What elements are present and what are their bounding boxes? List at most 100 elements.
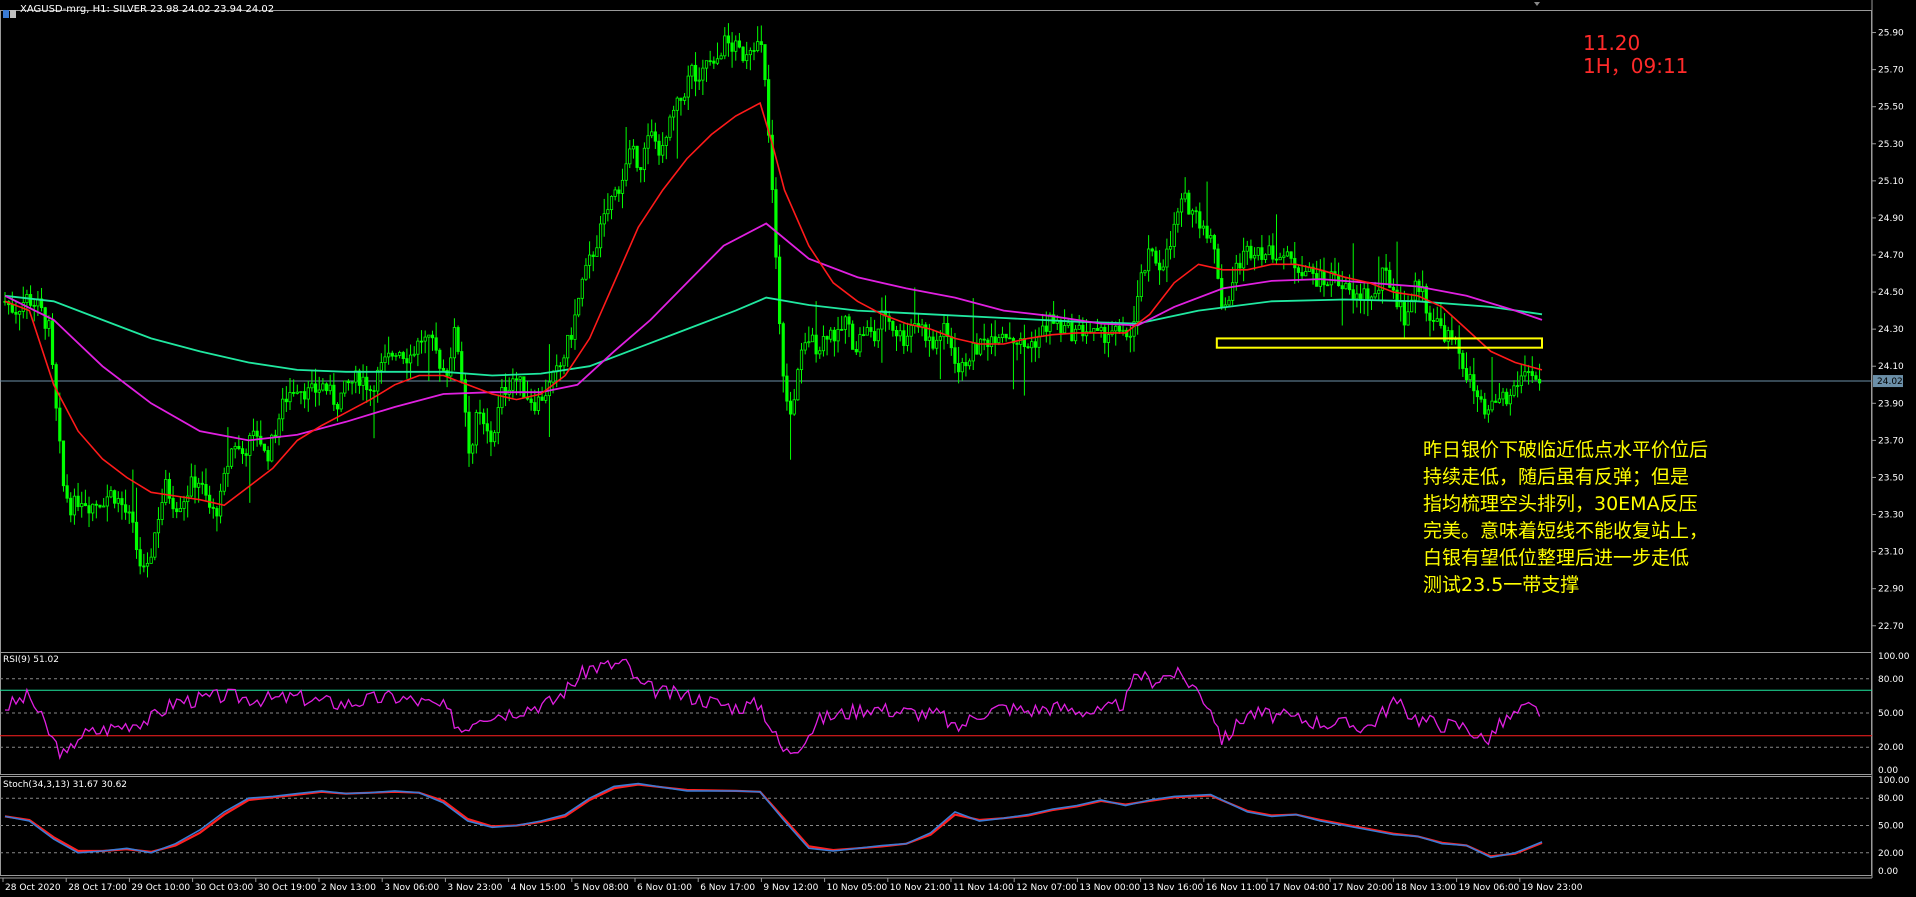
candle-body [186, 495, 190, 503]
price-tick-label: 23.90 [1878, 399, 1904, 409]
candle-body [1406, 311, 1410, 326]
candle-body [423, 336, 427, 342]
chart-header: XAGUSD-mrg, H1: SILVER 23.98 24.02 23.94… [20, 4, 275, 15]
candle-body [1139, 272, 1143, 298]
candle-body [313, 383, 318, 393]
candle-body [441, 367, 446, 371]
candle-body [1366, 288, 1370, 301]
candle-body [43, 307, 47, 329]
price-tick-label: 25.50 [1878, 103, 1904, 113]
candle-body [935, 339, 939, 349]
candle-body [87, 505, 91, 514]
candle-body [91, 503, 95, 514]
candle-body [270, 434, 274, 462]
candle-body [1143, 270, 1147, 274]
candle-body [821, 336, 826, 352]
candle-body [836, 328, 840, 342]
annotation-date: 11.20 1H，09:11 [1583, 32, 1688, 78]
price-tick-label: 23.50 [1878, 473, 1904, 483]
time-tick-label: 9 Nov 12:00 [763, 883, 818, 893]
candle-body [788, 400, 793, 415]
candle-body [1070, 322, 1074, 342]
candle-body [1271, 245, 1275, 260]
candle-body [672, 109, 676, 118]
candle-body [145, 562, 150, 567]
candle-body [993, 336, 997, 344]
candle-body [200, 482, 204, 485]
price-tick-label: 24.90 [1878, 214, 1904, 224]
candle-body [964, 362, 968, 367]
candle-body [1231, 282, 1235, 301]
candle-body [840, 328, 844, 331]
candle-body [1537, 378, 1542, 384]
candle-body [957, 363, 961, 373]
candle-body [1457, 338, 1461, 354]
candle-body [1391, 286, 1396, 291]
candle-body [427, 334, 431, 338]
candle-body [843, 316, 847, 330]
candle-body [1234, 262, 1238, 284]
candle-body [376, 369, 380, 392]
candle-body [602, 213, 606, 225]
candle-body [1106, 334, 1111, 343]
candle-body [1004, 333, 1008, 339]
candle-body [682, 96, 687, 101]
candle-body [1439, 318, 1443, 326]
annotation-date-time: 1H，09:11 [1583, 54, 1689, 78]
candle-body [876, 328, 880, 342]
candle-body [361, 376, 365, 386]
candle-body [777, 256, 782, 325]
candle-body [1527, 371, 1531, 373]
candle-body [763, 44, 767, 81]
candle-body [741, 46, 745, 62]
candle-body [255, 430, 259, 437]
candle-body [412, 353, 416, 356]
candle-body [909, 325, 913, 337]
stoch-main-line [4, 782, 1543, 859]
candle-body [1249, 245, 1253, 259]
candle-body [372, 390, 376, 392]
candle-body [1136, 296, 1140, 323]
candle-body [149, 556, 153, 564]
candle-body [664, 136, 668, 146]
candle-body [1293, 257, 1297, 269]
candle-body [259, 435, 263, 445]
candle-body [730, 42, 734, 52]
candle-body [1475, 390, 1480, 398]
candle-body [72, 495, 77, 516]
candle-body [1326, 284, 1330, 287]
candle-body [891, 320, 895, 331]
candle-body [872, 331, 877, 342]
candle-body [1413, 280, 1417, 301]
candle-body [160, 502, 164, 520]
candle-body [1362, 288, 1366, 301]
price-tick-label: 25.70 [1878, 66, 1904, 76]
candle-body [251, 430, 256, 436]
candle-body [1282, 255, 1286, 258]
candle-body [248, 435, 252, 456]
time-tick-label: 2 Nov 13:00 [321, 883, 376, 893]
candle-body [712, 60, 716, 64]
candle-body [989, 336, 994, 348]
candle-body [193, 476, 197, 488]
candle-body [1322, 270, 1326, 286]
candle-body [898, 330, 902, 337]
candle-body [489, 430, 493, 443]
price-tick-label: 24.50 [1878, 288, 1904, 298]
time-tick-label: 18 Nov 13:00 [1395, 883, 1456, 893]
candle-body [1267, 245, 1271, 256]
candle-body [1300, 272, 1304, 277]
candle-body [1242, 250, 1246, 269]
candle-body [1289, 251, 1293, 259]
candle-body [1000, 333, 1005, 338]
candle-body [215, 508, 219, 517]
candle-body [938, 336, 942, 341]
candle-body [818, 350, 822, 355]
candle-body [752, 50, 756, 52]
candle-body [785, 375, 789, 402]
candle-body [653, 131, 657, 142]
candle-body [401, 352, 405, 359]
candle-body [756, 41, 760, 51]
candle-body [726, 35, 731, 44]
candle-body [350, 381, 354, 384]
